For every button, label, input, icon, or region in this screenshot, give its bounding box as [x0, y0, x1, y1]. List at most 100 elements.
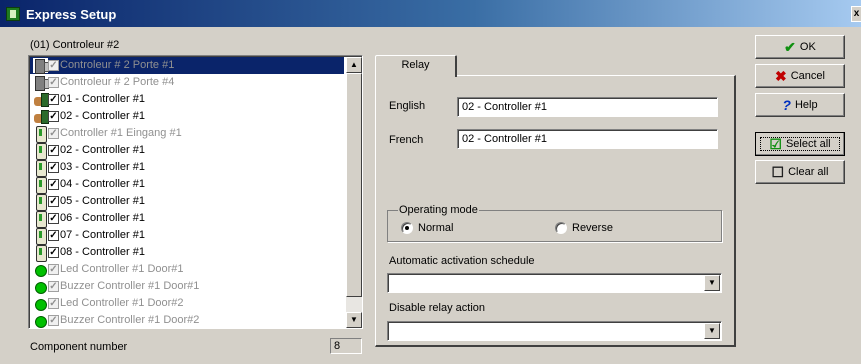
list-item-label: 03 - Controller #1: [60, 161, 145, 173]
help-button[interactable]: ? Help: [755, 93, 845, 117]
title-bar: Express Setup x: [0, 0, 861, 27]
english-field[interactable]: 02 - Controller #1: [457, 97, 718, 117]
list-item-label: Buzzer Controller #1 Door#2: [60, 314, 200, 326]
list-item-label: 02 - Controller #1: [60, 110, 145, 122]
list-item[interactable]: ✓ 01 - Controller #1: [30, 91, 344, 108]
list-item-label: 05 - Controller #1: [60, 195, 145, 207]
led-icon: [33, 313, 48, 328]
component-list: ✓ Controleur # 2 Porte #1 ✓ Controleur # 2 …: [28, 55, 363, 329]
scroll-thumb[interactable]: [346, 73, 362, 297]
list-item[interactable]: ✓ 05 - Controller #1: [30, 193, 344, 211]
list-item-label: Controleur # 2 Porte #1: [60, 59, 175, 71]
tab-relay[interactable]: Relay: [375, 55, 457, 79]
door-icon: [33, 58, 49, 74]
list-item[interactable]: ✓ Controleur # 2 Porte #1: [30, 57, 344, 74]
list-item[interactable]: ✓ Led Controller #1 Door#1: [30, 261, 344, 278]
list-item-label: Controller #1 Eingang #1: [60, 127, 182, 139]
list-item[interactable]: ✓ 07 - Controller #1: [30, 227, 344, 245]
ok-button-label: OK: [799, 41, 816, 53]
operating-mode-title: Operating mode: [398, 204, 479, 216]
led-icon: [33, 296, 48, 311]
list-item[interactable]: ✓ 03 - Controller #1: [30, 159, 344, 177]
clear-all-icon: ☐: [771, 164, 785, 180]
cancel-button-label: Cancel: [790, 70, 825, 82]
app-icon: [6, 7, 20, 21]
scroll-down-button[interactable]: ▼: [346, 312, 362, 328]
cancel-x-icon: ✖: [775, 68, 787, 84]
list-item[interactable]: ✓ Buzzer Controller #1 Door#1: [30, 278, 344, 295]
item-checkbox[interactable]: ✓: [48, 230, 59, 241]
list-item-label: Controleur # 2 Porte #4: [60, 76, 175, 88]
reverse-radio[interactable]: [555, 222, 567, 234]
list-item-label: Buzzer Controller #1 Door#1: [60, 280, 200, 292]
door-icon: [33, 75, 49, 91]
list-scrollbar[interactable]: ▲ ▼: [346, 57, 362, 328]
item-checkbox[interactable]: ✓: [48, 94, 59, 105]
list-item[interactable]: ✓ 02 - Controller #1: [30, 108, 344, 125]
chevron-down-icon[interactable]: ▼: [704, 275, 720, 291]
list-item[interactable]: ✓ Buzzer Controller #1 Door#2: [30, 312, 344, 328]
list-item-label: Led Controller #1 Door#1: [60, 263, 184, 275]
cancel-button[interactable]: ✖ Cancel: [755, 64, 845, 88]
list-item-label: Led Controller #1 Door#2: [60, 297, 184, 309]
list-item[interactable]: ✓ 02 - Controller #1: [30, 142, 344, 160]
list-item-label: 07 - Controller #1: [60, 229, 145, 241]
item-checkbox[interactable]: ✓: [48, 162, 59, 173]
select-all-button[interactable]: ☑ Select all: [755, 132, 845, 156]
hand-reader-icon: [33, 92, 49, 107]
list-item-label: 08 - Controller #1: [60, 246, 145, 258]
list-item[interactable]: ✓ Controller #1 Eingang #1: [30, 125, 344, 143]
clear-all-button[interactable]: ☐ Clear all: [755, 160, 845, 184]
relay-icon: [33, 194, 48, 211]
relay-icon: [33, 126, 48, 143]
component-number-value: 8: [330, 338, 362, 354]
ok-button[interactable]: ✔ OK: [755, 35, 845, 59]
component-number-label: Component number: [30, 341, 128, 353]
list-item[interactable]: ✓ 06 - Controller #1: [30, 210, 344, 228]
item-checkbox[interactable]: ✓: [48, 60, 59, 71]
item-checkbox[interactable]: ✓: [48, 179, 59, 190]
clear-all-label: Clear all: [788, 166, 829, 178]
chevron-down-icon[interactable]: ▼: [704, 323, 720, 339]
disable-action-label: Disable relay action: [389, 302, 485, 314]
scroll-up-button[interactable]: ▲: [346, 57, 362, 73]
relay-icon: [33, 177, 48, 194]
item-checkbox[interactable]: ✓: [48, 247, 59, 258]
help-button-label: Help: [794, 99, 818, 111]
list-item-label: 01 - Controller #1: [60, 93, 145, 105]
item-checkbox[interactable]: ✓: [48, 196, 59, 207]
item-checkbox[interactable]: ✓: [48, 111, 59, 122]
item-checkbox[interactable]: ✓: [48, 298, 59, 309]
list-item[interactable]: ✓ Controleur # 2 Porte #4: [30, 74, 344, 91]
item-checkbox[interactable]: ✓: [48, 213, 59, 224]
led-icon: [33, 262, 48, 277]
relay-icon: [33, 143, 48, 160]
normal-radio-label[interactable]: Normal: [418, 222, 453, 234]
window-title: Express Setup: [26, 7, 117, 22]
schedule-label: Automatic activation schedule: [389, 255, 535, 267]
item-checkbox[interactable]: ✓: [48, 77, 59, 88]
list-item[interactable]: ✓ 08 - Controller #1: [30, 244, 344, 262]
reverse-radio-label[interactable]: Reverse: [572, 222, 613, 234]
normal-radio[interactable]: [401, 222, 413, 234]
help-icon: ?: [782, 97, 791, 113]
list-item-label: 06 - Controller #1: [60, 212, 145, 224]
checkmark-icon: ✔: [784, 39, 796, 55]
disable-action-select[interactable]: ▼: [387, 321, 722, 341]
french-field[interactable]: 02 - Controller #1: [457, 129, 718, 149]
led-icon: [33, 279, 48, 294]
relay-icon: [33, 160, 48, 177]
item-checkbox[interactable]: ✓: [48, 145, 59, 156]
item-checkbox[interactable]: ✓: [48, 281, 59, 292]
french-label: French: [389, 134, 424, 146]
schedule-select[interactable]: ▼: [387, 273, 722, 293]
close-button[interactable]: x: [851, 6, 861, 22]
section-label: (01) Controleur #2: [30, 39, 120, 51]
list-item[interactable]: ✓ 04 - Controller #1: [30, 176, 344, 194]
item-checkbox[interactable]: ✓: [48, 128, 59, 139]
item-checkbox[interactable]: ✓: [48, 315, 59, 326]
item-checkbox[interactable]: ✓: [48, 264, 59, 275]
relay-icon: [33, 228, 48, 245]
component-list-items: ✓ Controleur # 2 Porte #1 ✓ Controleur # 2 …: [30, 57, 344, 328]
list-item[interactable]: ✓ Led Controller #1 Door#2: [30, 295, 344, 312]
